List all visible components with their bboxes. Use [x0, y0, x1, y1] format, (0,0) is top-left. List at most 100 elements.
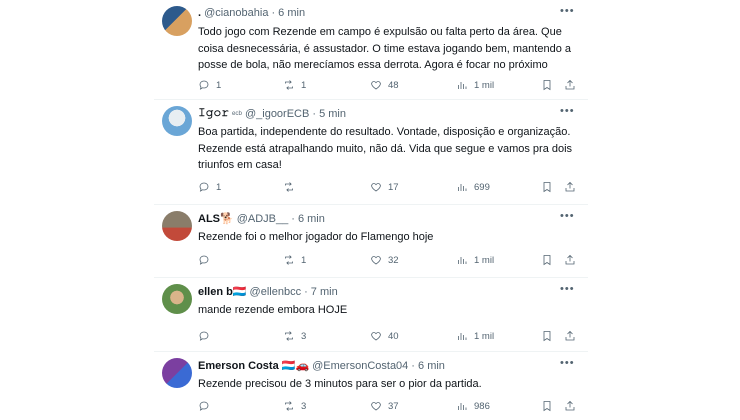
views-button[interactable]: 986 [456, 400, 490, 412]
more-options-icon[interactable]: ••• [560, 284, 574, 295]
reply-count: 1 [216, 181, 222, 193]
timestamp[interactable]: · 6 min [271, 7, 305, 19]
bookmark-button[interactable] [541, 400, 553, 412]
view-count: 1 mil [474, 79, 495, 91]
avatar[interactable] [162, 6, 192, 36]
tweet[interactable]: ALS🐕 @ADJB__ · 6 min ••• Rezende foi o m… [154, 205, 588, 278]
views-chart-icon [458, 403, 467, 410]
like-button[interactable]: 48 [370, 79, 399, 91]
views-button[interactable]: 699 [456, 181, 490, 193]
retweet-button[interactable]: 3 [283, 330, 306, 342]
reply-button[interactable] [198, 254, 216, 266]
tweet[interactable]: ellen b🇱🇺 @ellenbcc · 7 min ••• mande re… [154, 278, 588, 352]
reply-icon [199, 255, 209, 265]
bookmark-button[interactable] [541, 181, 553, 193]
view-count: 699 [474, 181, 490, 193]
views-button[interactable]: 1 mil [456, 330, 494, 342]
more-options-icon[interactable]: ••• [560, 106, 574, 117]
user-handle[interactable]: @ellenbcc [250, 286, 302, 298]
reply-button[interactable] [198, 330, 216, 342]
like-button[interactable]: 17 [370, 181, 399, 193]
like-button[interactable]: 32 [370, 254, 399, 266]
more-options-icon[interactable]: ••• [560, 211, 574, 222]
action-bar: 1 17 699 [198, 180, 582, 194]
views-button[interactable]: 1 mil [456, 79, 494, 91]
retweet-count: 3 [301, 330, 307, 342]
display-name[interactable]: ALS🐕 [198, 212, 234, 225]
share-button[interactable] [564, 400, 576, 412]
views-chart-icon [458, 184, 467, 191]
bookmark-button[interactable] [541, 254, 553, 266]
more-options-icon[interactable]: ••• [560, 358, 574, 369]
avatar[interactable] [162, 106, 192, 136]
views-chart-icon [458, 333, 467, 340]
bookmark-button[interactable] [541, 79, 553, 91]
user-handle[interactable]: @ADJB__ [237, 213, 289, 225]
share-button[interactable] [564, 330, 576, 342]
retweet-icon [285, 401, 293, 411]
heart-icon [371, 81, 381, 90]
retweet-count: 1 [301, 79, 307, 91]
user-handle[interactable]: @EmersonCosta04 [312, 360, 408, 372]
retweet-button[interactable] [283, 181, 301, 193]
reply-count: 1 [216, 79, 222, 91]
display-name[interactable]: . [198, 7, 201, 19]
bookmark-icon [543, 182, 551, 193]
avatar[interactable] [162, 284, 192, 314]
reply-icon [199, 80, 209, 90]
reply-button[interactable]: 1 [198, 181, 221, 193]
action-bar: 3 40 1 mil [198, 329, 582, 343]
share-icon [565, 181, 575, 192]
like-button[interactable]: 37 [370, 400, 399, 412]
view-count: 986 [474, 400, 490, 412]
like-count: 40 [388, 330, 399, 342]
reply-icon [199, 401, 209, 411]
timestamp[interactable]: · 6 min [411, 360, 445, 372]
bookmark-icon [543, 80, 551, 91]
timestamp[interactable]: · 5 min [312, 108, 346, 120]
retweet-button[interactable]: 1 [283, 254, 306, 266]
tweet[interactable]: Emerson Costa 🇱🇺🚗 @EmersonCosta04 · 6 mi… [154, 352, 588, 420]
share-button[interactable] [564, 181, 576, 193]
bookmark-icon [543, 401, 551, 412]
reply-icon [199, 331, 209, 341]
retweet-icon [285, 255, 293, 265]
views-chart-icon [458, 257, 467, 264]
retweet-icon [285, 331, 293, 341]
timestamp[interactable]: · 7 min [304, 286, 338, 298]
like-count: 17 [388, 181, 399, 193]
tweet[interactable]: . @cianobahia · 6 min ••• Todo jogo com … [154, 0, 588, 100]
share-icon [565, 254, 575, 265]
heart-icon [371, 256, 381, 265]
like-count: 32 [388, 254, 399, 266]
display-name[interactable]: Emerson Costa 🇱🇺🚗 [198, 359, 309, 372]
heart-icon [371, 402, 381, 411]
bookmark-icon [543, 331, 551, 342]
share-button[interactable] [564, 79, 576, 91]
more-options-icon[interactable]: ••• [560, 6, 574, 17]
timeline: . @cianobahia · 6 min ••• Todo jogo com … [154, 0, 588, 420]
tweet[interactable]: 𝙸𝚐𝚘𝚛 ᵉᶜᵇ @_igoorECB · 5 min ••• Boa part… [154, 100, 588, 205]
timestamp[interactable]: · 6 min [291, 213, 325, 225]
like-button[interactable]: 40 [370, 330, 399, 342]
retweet-button[interactable]: 3 [283, 400, 306, 412]
avatar[interactable] [162, 358, 192, 388]
bookmark-button[interactable] [541, 330, 553, 342]
bookmark-icon [543, 255, 551, 266]
display-name[interactable]: 𝙸𝚐𝚘𝚛 [198, 107, 229, 120]
like-count: 48 [388, 79, 399, 91]
user-handle[interactable]: @_igoorECB [245, 108, 309, 120]
retweet-button[interactable]: 1 [283, 79, 306, 91]
like-count: 37 [388, 400, 399, 412]
avatar[interactable] [162, 211, 192, 241]
reply-button[interactable] [198, 400, 216, 412]
views-button[interactable]: 1 mil [456, 254, 494, 266]
tweet-text: Boa partida, independente do resultado. … [198, 126, 573, 171]
reply-button[interactable]: 1 [198, 79, 221, 91]
name-suffix: ᵉᶜᵇ [232, 108, 242, 119]
share-button[interactable] [564, 254, 576, 266]
view-count: 1 mil [474, 330, 495, 342]
user-handle[interactable]: @cianobahia [204, 7, 268, 19]
display-name[interactable]: ellen b🇱🇺 [198, 285, 247, 298]
view-count: 1 mil [474, 254, 495, 266]
